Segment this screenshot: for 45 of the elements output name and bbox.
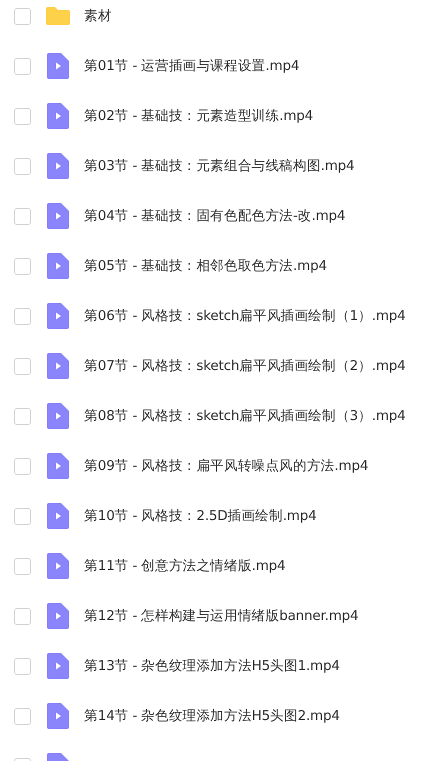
checkbox[interactable]: [14, 608, 31, 624]
checkbox[interactable]: [14, 508, 31, 524]
file-name[interactable]: 第03节 - 基础技：元素组合与线稿构图.mp4: [84, 157, 354, 175]
file-name[interactable]: 素材: [84, 7, 112, 25]
video-file-icon: [47, 303, 69, 329]
file-name[interactable]: 第10节 - 风格技：2.5D插画绘制.mp4: [84, 507, 316, 525]
file-name[interactable]: 第02节 - 基础技：元素造型训练.mp4: [84, 107, 314, 125]
video-file-icon: [47, 153, 69, 179]
checkbox[interactable]: [14, 658, 31, 674]
video-file-icon: [47, 253, 69, 279]
video-file-icon: [47, 353, 69, 379]
video-file-icon: [47, 203, 69, 229]
file-name[interactable]: 第12节 - 怎样构建与运用情绪版banner.mp4: [84, 607, 358, 625]
file-name[interactable]: 第01节 - 运营插画与课程设置.mp4: [84, 57, 300, 75]
file-name[interactable]: 第09节 - 风格技：扁平风转噪点风的方法.mp4: [84, 457, 368, 475]
checkbox[interactable]: [14, 208, 31, 224]
video-file-icon: [47, 503, 69, 529]
video-file-icon: [47, 453, 69, 479]
file-name[interactable]: 第04节 - 基础技：固有色配色方法-改.mp4: [84, 207, 346, 225]
checkbox[interactable]: [14, 258, 31, 274]
file-name[interactable]: 第05节 - 基础技：相邻色取色方法.mp4: [84, 257, 327, 275]
file-name[interactable]: 第07节 - 风格技：sketch扁平风插画绘制（2）.mp4: [84, 357, 406, 375]
video-file-icon: [47, 403, 69, 429]
file-name[interactable]: 第08节 - 风格技：sketch扁平风插画绘制（3）.mp4: [84, 407, 406, 425]
checkbox[interactable]: [14, 558, 31, 574]
checkbox[interactable]: [14, 708, 31, 724]
checkbox[interactable]: [14, 458, 31, 474]
video-file-icon: [47, 653, 69, 679]
video-file-icon: [47, 703, 69, 729]
video-file-icon: [47, 53, 69, 79]
file-name[interactable]: 第14节 - 杂色纹理添加方法H5头图2.mp4: [84, 707, 340, 725]
checkbox[interactable]: [14, 358, 31, 374]
checkbox[interactable]: [14, 408, 31, 424]
folder-icon: [45, 6, 71, 26]
checkbox[interactable]: [14, 58, 31, 74]
file-name[interactable]: 第06节 - 风格技：sketch扁平风插画绘制（1）.mp4: [84, 307, 406, 325]
checkbox[interactable]: [14, 158, 31, 174]
video-file-icon: [47, 103, 69, 129]
file-name[interactable]: 第13节 - 杂色纹理添加方法H5头图1.mp4: [84, 657, 340, 675]
file-name[interactable]: 第11节 - 创意方法之情绪版.mp4: [84, 557, 286, 575]
video-file-icon: [47, 603, 69, 629]
checkbox[interactable]: [14, 8, 31, 24]
checkbox[interactable]: [14, 308, 31, 324]
video-file-icon: [47, 553, 69, 579]
checkbox[interactable]: [14, 108, 31, 124]
